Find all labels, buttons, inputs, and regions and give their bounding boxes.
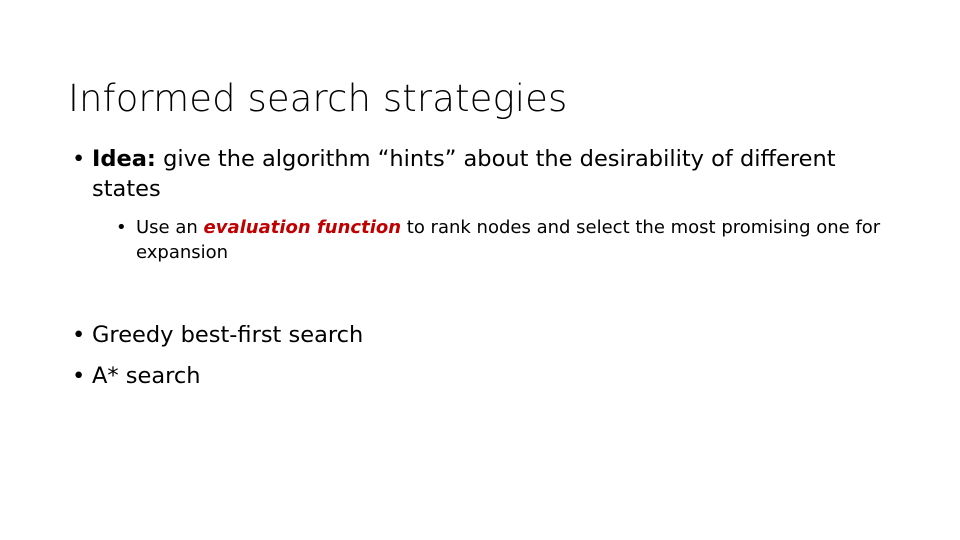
slide: Informed search strategies • Idea: give …: [0, 0, 960, 540]
bullet-marker-icon: •: [72, 322, 86, 348]
list-item-evaluation-function: • Use an evaluation function to rank nod…: [111, 215, 898, 265]
list-item-idea-lead: Idea:: [92, 146, 156, 172]
list-item-a-star-search: • A* search: [68, 361, 898, 391]
bullet-marker-icon: •: [116, 217, 127, 238]
bullet-marker-icon: •: [72, 146, 86, 172]
page-title: Informed search strategies: [68, 76, 568, 120]
bullet-marker-icon: •: [72, 363, 86, 389]
list-item-greedy-text: Greedy best-first search: [92, 322, 364, 348]
list-item-evaluation-text-before: Use an: [136, 217, 204, 238]
list-item-idea: • Idea: give the algorithm “hints” about…: [68, 144, 898, 204]
list-item-greedy-best-first-search: • Greedy best-first search: [68, 320, 898, 350]
list-item-idea-text: give the algorithm “hints” about the des…: [92, 146, 836, 202]
list-item-evaluation-emphasis: evaluation function: [203, 217, 402, 238]
list-item-a-star-text: A* search: [92, 363, 201, 389]
slide-body: • Idea: give the algorithm “hints” about…: [68, 144, 898, 391]
